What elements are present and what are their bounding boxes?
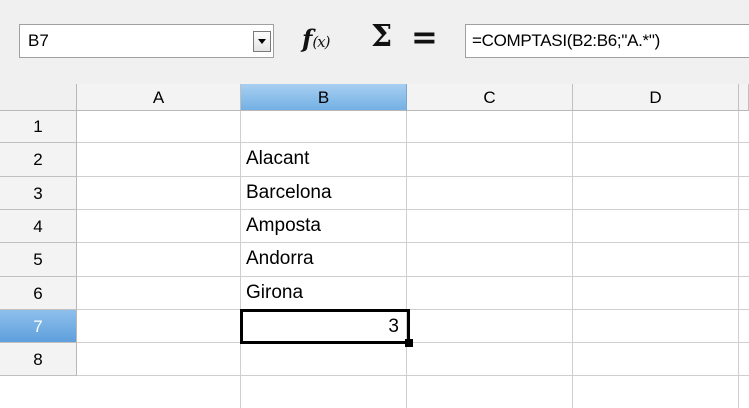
formula-text[interactable]: =COMPTASI(B2:B6;"A.*")	[472, 31, 660, 51]
cell-b4[interactable]: Amposta	[246, 215, 321, 237]
row-header-8[interactable]: 8	[0, 343, 77, 376]
grid-line	[77, 242, 749, 243]
grid-line	[406, 111, 407, 408]
grid-line	[77, 176, 749, 177]
equals-icon[interactable]: =	[411, 18, 438, 56]
name-box[interactable]: B7	[19, 24, 274, 58]
function-wizard-icon[interactable]: f(x)	[302, 24, 331, 53]
row-header-1[interactable]: 1	[0, 111, 77, 143]
formula-bar: B7 f(x) Σ = =COMPTASI(B2:B6;"A.*")	[0, 0, 749, 84]
column-header-c[interactable]: C	[407, 84, 573, 111]
active-cell-b7[interactable]: 3	[240, 309, 410, 344]
chevron-down-icon[interactable]	[253, 31, 271, 52]
formula-input[interactable]: =COMPTASI(B2:B6;"A.*")	[465, 24, 749, 58]
grid-line	[738, 111, 739, 408]
cell-b5[interactable]: Andorra	[246, 248, 314, 270]
cell-b6[interactable]: Girona	[246, 282, 303, 304]
grid-line	[77, 309, 749, 310]
spreadsheet-grid: A B C D 1 2 3 4 5 6 7 8 Alacant Barcelon…	[0, 84, 749, 408]
row-header-3[interactable]: 3	[0, 177, 77, 210]
row-header-6[interactable]: 6	[0, 277, 77, 310]
grid-line	[77, 342, 749, 343]
column-header-e-partial[interactable]	[739, 84, 749, 111]
grid-line	[240, 111, 241, 408]
fill-handle[interactable]	[405, 339, 413, 347]
select-all-corner[interactable]	[0, 84, 77, 111]
grid-line	[77, 375, 749, 376]
grid-line	[77, 142, 749, 143]
row-header-7[interactable]: 7	[0, 310, 77, 343]
grid-line	[77, 209, 749, 210]
column-header-b[interactable]: B	[241, 84, 407, 111]
row-header-5[interactable]: 5	[0, 243, 77, 277]
cell-b2[interactable]: Alacant	[246, 148, 309, 170]
grid-line	[77, 276, 749, 277]
column-header-a[interactable]: A	[77, 84, 241, 111]
row-header-2[interactable]: 2	[0, 143, 77, 177]
column-header-d[interactable]: D	[573, 84, 739, 111]
cell-b7-value[interactable]: 3	[388, 316, 399, 338]
name-box-value[interactable]: B7	[28, 31, 49, 51]
sigma-icon[interactable]: Σ	[371, 19, 392, 54]
row-header-4[interactable]: 4	[0, 210, 77, 243]
grid-line	[572, 111, 573, 408]
cell-b3[interactable]: Barcelona	[246, 182, 332, 204]
